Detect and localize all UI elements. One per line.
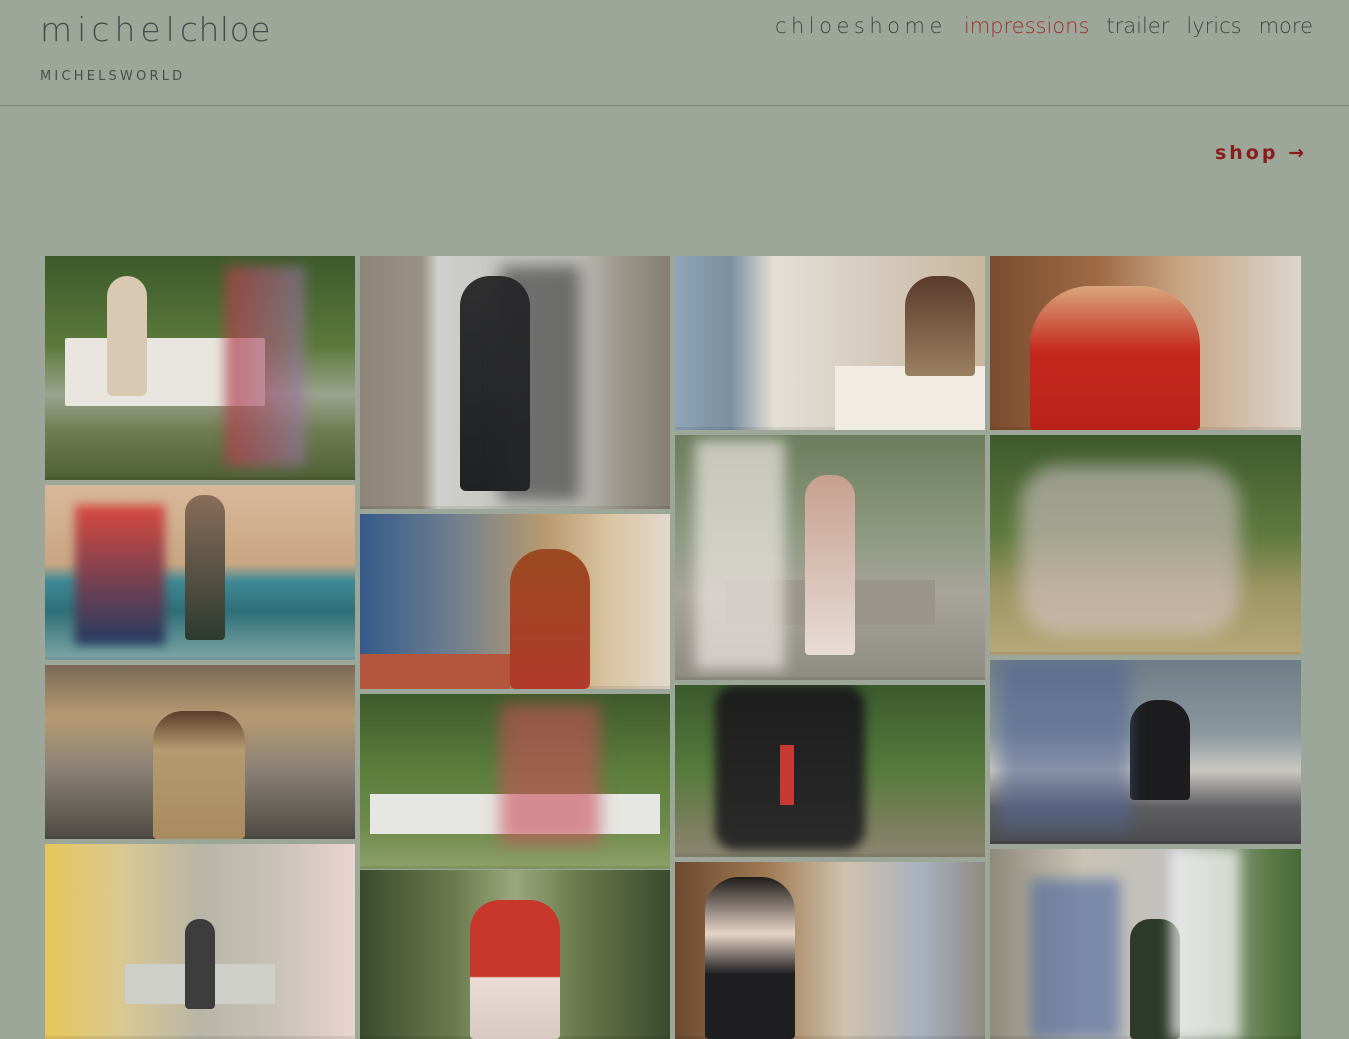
gallery-photo[interactable] <box>990 660 1301 844</box>
gallery-photo[interactable] <box>360 514 670 689</box>
shop-link[interactable]: shop → <box>1215 142 1307 164</box>
figure-shape <box>470 900 560 1039</box>
blur-shape <box>500 266 580 501</box>
blur-shape <box>1170 849 1240 1039</box>
blur-shape <box>1020 465 1240 635</box>
gallery-photo[interactable] <box>675 256 985 430</box>
gallery-photo[interactable] <box>45 665 355 839</box>
gallery-photo[interactable] <box>360 870 670 1039</box>
figure-shape <box>510 549 590 689</box>
blur-shape <box>1030 879 1120 1039</box>
photo-gallery <box>45 256 1301 1039</box>
figure-shape <box>705 877 795 1039</box>
gallery-photo[interactable] <box>360 256 670 509</box>
figure-shape <box>185 495 225 640</box>
figure-shape <box>805 475 855 655</box>
figure-shape <box>1130 700 1190 800</box>
gallery-photo[interactable] <box>675 685 985 857</box>
gallery-photo[interactable] <box>990 435 1301 655</box>
gallery-photo[interactable] <box>45 485 355 660</box>
site-tagline: MICHELSWORLD <box>40 69 186 84</box>
brand-first: michel <box>40 10 180 49</box>
blur-shape <box>1000 660 1130 830</box>
main-nav: chloeshome impressions trailer lyrics mo… <box>775 14 1313 38</box>
nav-item-lyrics[interactable]: lyrics <box>1186 14 1241 38</box>
blur-shape <box>75 505 165 645</box>
brand-last: chloe <box>179 10 272 49</box>
gallery-photo[interactable] <box>990 849 1301 1039</box>
gallery-photo[interactable] <box>45 256 355 480</box>
nav-item-more[interactable]: more <box>1259 14 1313 38</box>
gallery-photo[interactable] <box>675 435 985 680</box>
nav-item-impressions[interactable]: impressions <box>964 14 1090 38</box>
gallery-photo[interactable] <box>675 862 985 1039</box>
figure-shape <box>107 276 147 396</box>
figure-shape <box>153 711 245 839</box>
nav-item-trailer[interactable]: trailer <box>1106 14 1169 38</box>
figure-shape <box>905 276 975 376</box>
table-shape <box>360 654 510 689</box>
blur-shape <box>695 440 785 670</box>
figure-shape <box>1030 286 1200 430</box>
nav-item-chloeshome[interactable]: chloeshome <box>775 14 947 38</box>
figure-shape <box>780 745 794 805</box>
gallery-photo[interactable] <box>45 844 355 1039</box>
blur-shape <box>225 266 305 466</box>
blur-shape <box>500 704 600 844</box>
figure-shape <box>185 919 215 1009</box>
gallery-photo[interactable] <box>990 256 1301 430</box>
site-header: michelchloe MICHELSWORLD chloeshome impr… <box>0 0 1349 106</box>
site-logo[interactable]: michelchloe <box>40 10 271 49</box>
gallery-photo[interactable] <box>360 694 670 869</box>
